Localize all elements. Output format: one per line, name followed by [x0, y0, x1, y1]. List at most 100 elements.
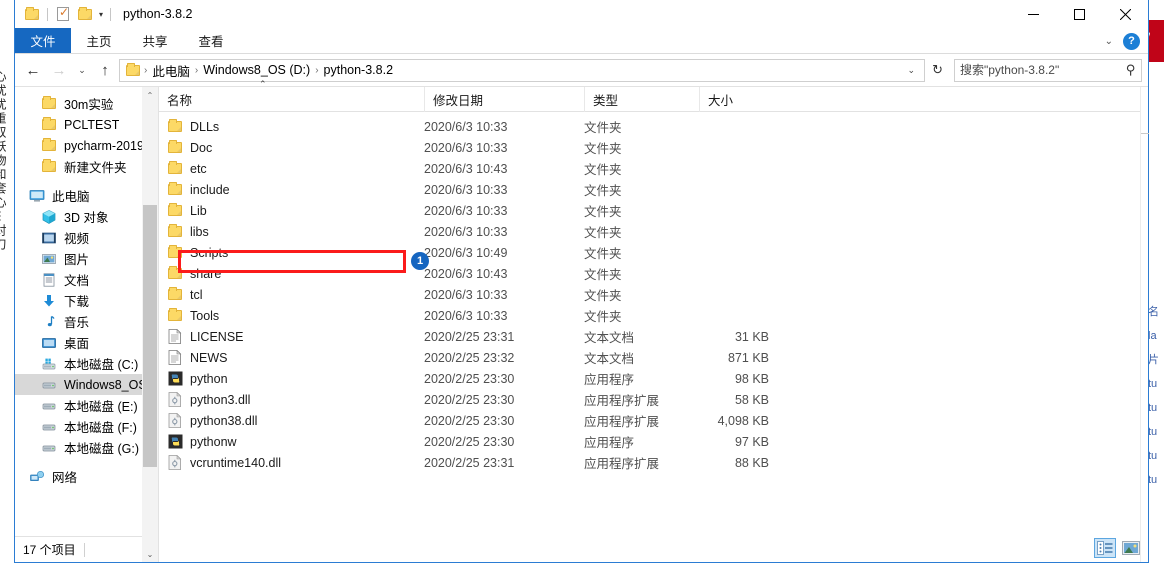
- minimize-button[interactable]: [1010, 0, 1056, 28]
- search-input[interactable]: [960, 63, 1127, 77]
- sidebar-item-3d-objects[interactable]: 3D 对象: [15, 206, 158, 227]
- file-name-cell[interactable]: include: [159, 182, 424, 198]
- file-name-cell[interactable]: libs: [159, 224, 424, 240]
- sidebar-scrollbar-thumb[interactable]: [143, 205, 157, 467]
- folder-icon: [41, 117, 57, 133]
- close-button[interactable]: [1102, 0, 1148, 28]
- table-row[interactable]: include 2020/6/3 10:33 文件夹: [159, 179, 1148, 200]
- sidebar-item-new-folder[interactable]: 新建文件夹: [15, 156, 158, 177]
- file-name-cell[interactable]: Scripts: [159, 245, 424, 261]
- qat-folder-icon[interactable]: [21, 3, 43, 25]
- column-header-size[interactable]: 大小: [699, 86, 779, 112]
- maximize-button[interactable]: [1056, 0, 1102, 28]
- details-view-button[interactable]: [1094, 538, 1116, 558]
- file-name-cell[interactable]: tcl: [159, 287, 424, 303]
- file-type: 文件夹: [584, 121, 622, 135]
- background-left-text: 心扰扰重双袄物和套心⋯对刀: [0, 70, 7, 252]
- ribbon-collapse-icon[interactable]: ⌄: [1101, 36, 1117, 47]
- sidebar-item-local-disk-e[interactable]: 本地磁盘 (E:): [15, 395, 158, 416]
- file-name-cell[interactable]: pythonw: [159, 434, 424, 450]
- search-icon: ⚲: [1126, 62, 1136, 77]
- table-row[interactable]: python38.dll 2020/2/25 23:30 应用程序扩展 4,09…: [159, 410, 1148, 431]
- search-box[interactable]: ⚲: [954, 58, 1142, 82]
- tab-home[interactable]: 主页: [71, 28, 127, 53]
- file-name-cell[interactable]: python3.dll: [159, 392, 424, 408]
- sidebar-scrollbar[interactable]: ⌃ ⌄: [142, 87, 158, 562]
- sidebar-item-local-disk-c[interactable]: 本地磁盘 (C:): [15, 353, 158, 374]
- file-name-cell[interactable]: NEWS: [159, 350, 424, 366]
- table-row[interactable]: share 2020/6/3 10:43 文件夹: [159, 263, 1148, 284]
- scroll-up-icon[interactable]: ⌃: [142, 87, 158, 103]
- file-name-cell[interactable]: vcruntime140.dll: [159, 455, 424, 471]
- file-name-cell[interactable]: python38.dll: [159, 413, 424, 429]
- sidebar-item-windows8-os[interactable]: Windows8_OS: [15, 374, 158, 395]
- file-name-cell[interactable]: Tools: [159, 308, 424, 324]
- file-type: 文件夹: [584, 184, 622, 198]
- scroll-down-icon[interactable]: ⌄: [142, 546, 158, 562]
- up-button[interactable]: ↑: [93, 58, 117, 82]
- file-name-cell[interactable]: python: [159, 371, 424, 387]
- qat-customize-caret-icon[interactable]: ▾: [96, 10, 106, 19]
- table-row[interactable]: python 2020/2/25 23:30 应用程序 98 KB: [159, 368, 1148, 389]
- table-row[interactable]: LICENSE 2020/2/25 23:31 文本文档 31 KB: [159, 326, 1148, 347]
- table-row[interactable]: DLLs 2020/6/3 10:33 文件夹: [159, 116, 1148, 137]
- sidebar-item-label: 桌面: [64, 337, 90, 351]
- breadcrumb-item-2[interactable]: python-3.8.2: [320, 63, 398, 77]
- table-row[interactable]: pythonw 2020/2/25 23:30 应用程序 97 KB: [159, 431, 1148, 452]
- table-row[interactable]: libs 2020/6/3 10:33 文件夹: [159, 221, 1148, 242]
- column-header-date[interactable]: 修改日期: [424, 86, 584, 112]
- file-type: 文件夹: [584, 247, 622, 261]
- qat-new-folder-icon[interactable]: [74, 3, 96, 25]
- sidebar-item-this-pc[interactable]: 此电脑: [15, 185, 158, 206]
- sidebar-item-pcltest[interactable]: PCLTEST: [15, 114, 158, 135]
- file-name-cell[interactable]: etc: [159, 161, 424, 177]
- address-dropdown-icon[interactable]: ⌄: [903, 65, 921, 76]
- table-row[interactable]: Tools 2020/6/3 10:33 文件夹: [159, 305, 1148, 326]
- qat-properties-icon[interactable]: [52, 3, 74, 25]
- refresh-button[interactable]: ↻: [927, 62, 948, 78]
- file-date: 2020/2/25 23:30: [424, 413, 515, 428]
- tab-share[interactable]: 共享: [127, 28, 183, 53]
- file-name-cell[interactable]: Doc: [159, 140, 424, 156]
- breadcrumb-item-1[interactable]: Windows8_OS (D:): [199, 63, 314, 77]
- help-button[interactable]: ?: [1123, 32, 1140, 50]
- sidebar-item-documents[interactable]: 文档: [15, 269, 158, 290]
- file-name-cell[interactable]: Lib: [159, 203, 424, 219]
- column-header-name[interactable]: 名称 ⌃: [159, 79, 424, 112]
- table-row[interactable]: NEWS 2020/2/25 23:32 文本文档 871 KB: [159, 347, 1148, 368]
- sidebar-item-30m-experiment[interactable]: 30m实验: [15, 93, 158, 114]
- breadcrumb[interactable]: › 此电脑 › Windows8_OS (D:) › python-3.8.2 …: [119, 58, 926, 82]
- breadcrumb-item-0[interactable]: 此电脑: [148, 61, 194, 80]
- file-list-scrollbar[interactable]: [1140, 87, 1149, 562]
- file-name-cell[interactable]: DLLs: [159, 119, 424, 135]
- file-date: 2020/6/3 10:33: [424, 224, 508, 239]
- column-header-type[interactable]: 类型: [584, 86, 699, 112]
- breadcrumb-folder-icon: [126, 62, 140, 76]
- sidebar-item-network[interactable]: 网络: [15, 466, 158, 487]
- table-row[interactable]: vcruntime140.dll 2020/2/25 23:31 应用程序扩展 …: [159, 452, 1148, 473]
- sidebar-item-local-disk-g[interactable]: 本地磁盘 (G:): [15, 437, 158, 458]
- table-row[interactable]: python3.dll 2020/2/25 23:30 应用程序扩展 58 KB: [159, 389, 1148, 410]
- sidebar-item-music[interactable]: 音乐: [15, 311, 158, 332]
- file-name-cell[interactable]: LICENSE: [159, 329, 424, 345]
- sidebar-item-local-disk-f[interactable]: 本地磁盘 (F:): [15, 416, 158, 437]
- table-row-scripts[interactable]: Scripts 2020/6/3 10:49 文件夹: [159, 242, 1148, 263]
- sidebar-item-downloads[interactable]: 下载: [15, 290, 158, 311]
- recent-locations-icon[interactable]: ⌄: [73, 58, 91, 82]
- tab-view[interactable]: 查看: [183, 28, 239, 53]
- back-button[interactable]: ←: [21, 58, 45, 82]
- table-row[interactable]: etc 2020/6/3 10:43 文件夹: [159, 158, 1148, 179]
- large-icons-view-button[interactable]: [1120, 538, 1142, 558]
- window-title: python-3.8.2: [123, 7, 193, 21]
- table-row[interactable]: Doc 2020/6/3 10:33 文件夹: [159, 137, 1148, 158]
- sidebar-item-pycharm[interactable]: pycharm-2019.: [15, 135, 158, 156]
- file-name-cell[interactable]: share: [159, 266, 424, 282]
- sidebar-item-desktop[interactable]: 桌面: [15, 332, 158, 353]
- sidebar-item-videos[interactable]: 视频: [15, 227, 158, 248]
- item-count-label: 17 个项目: [23, 543, 76, 557]
- sidebar-item-pictures[interactable]: 图片: [15, 248, 158, 269]
- table-row[interactable]: tcl 2020/6/3 10:33 文件夹: [159, 284, 1148, 305]
- file-type: 文件夹: [584, 289, 622, 303]
- tab-file[interactable]: 文件: [15, 28, 71, 53]
- table-row[interactable]: Lib 2020/6/3 10:33 文件夹: [159, 200, 1148, 221]
